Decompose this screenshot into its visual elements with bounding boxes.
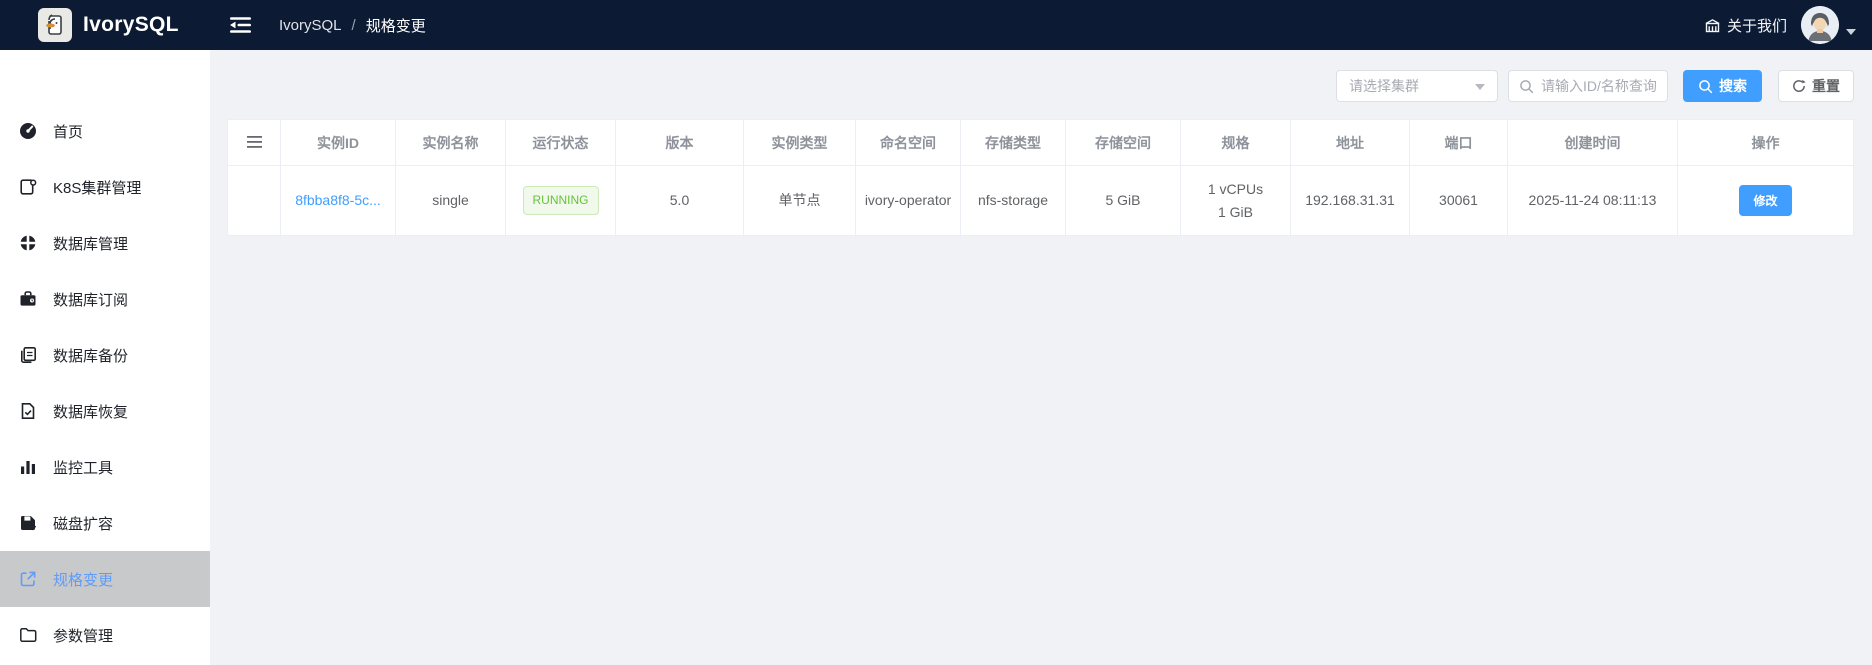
- sidebar-item-label: 磁盘扩容: [53, 515, 114, 533]
- cell-empty: [227, 165, 281, 236]
- col-header-instance-id: 实例ID: [280, 119, 396, 166]
- sidebar-item-label: 数据库备份: [53, 347, 129, 365]
- cell-instance-type: 单节点: [743, 165, 856, 236]
- cell-namespace: ivory-operator: [855, 165, 961, 236]
- sidebar-item-database-backup[interactable]: 数据库备份: [0, 327, 210, 383]
- cluster-select[interactable]: 请选择集群: [1336, 70, 1498, 102]
- breadcrumb-current: 规格变更: [365, 17, 426, 35]
- col-header-created-at: 创建时间: [1507, 119, 1678, 166]
- search-button-label: 搜索: [1719, 78, 1747, 94]
- filter-bar: 请选择集群 搜索: [227, 70, 1854, 102]
- cluster-select-placeholder: 请选择集群: [1349, 78, 1419, 94]
- sidebar-item-parameter-manage[interactable]: 参数管理: [0, 607, 210, 663]
- reset-button[interactable]: 重置: [1778, 70, 1854, 102]
- cell-instance-name: single: [395, 165, 506, 236]
- col-header-action: 操作: [1677, 119, 1854, 166]
- cell-action: 修改: [1677, 165, 1854, 236]
- search-input[interactable]: [1541, 78, 1657, 94]
- sidebar-item-label: 数据库管理: [53, 235, 129, 253]
- instances-table: 实例ID 实例名称 运行状态 版本 实例类型 命名空间 存储类型 存储空间 规格…: [227, 119, 1854, 236]
- search-button[interactable]: 搜索: [1683, 70, 1762, 102]
- sidebar: 首页 K8S集群管理 数据库管理 数据库订阅 数据库备份 数据库恢复 监控工具 …: [0, 50, 210, 665]
- column-settings-header[interactable]: [227, 119, 281, 166]
- monitor-bars-icon: [19, 458, 37, 476]
- folder-icon: [19, 626, 37, 644]
- sidebar-item-monitor-tools[interactable]: 监控工具: [0, 439, 210, 495]
- cluster-icon: [19, 178, 37, 196]
- instances-table-wrap: 实例ID 实例名称 运行状态 版本 实例类型 命名空间 存储类型 存储空间 规格…: [227, 119, 1854, 236]
- refresh-icon: [1792, 79, 1806, 93]
- col-header-instance-type: 实例类型: [743, 119, 856, 166]
- caret-down-icon[interactable]: [1846, 29, 1856, 35]
- main-content: 请选择集群 搜索: [210, 50, 1872, 665]
- col-header-spec: 规格: [1180, 119, 1291, 166]
- sidebar-item-label: 首页: [53, 123, 84, 141]
- sidebar-item-spec-change[interactable]: 规格变更: [0, 551, 210, 607]
- instance-id-link[interactable]: 8fbba8f8-5c...: [295, 192, 381, 208]
- cell-version: 5.0: [615, 165, 744, 236]
- sidebar-item-home[interactable]: 首页: [0, 103, 210, 159]
- col-header-instance-name: 实例名称: [395, 119, 506, 166]
- about-us-link[interactable]: 关于我们: [1705, 15, 1787, 36]
- col-header-address: 地址: [1290, 119, 1410, 166]
- cell-storage-size: 5 GiB: [1065, 165, 1181, 236]
- col-header-storage-size: 存储空间: [1065, 119, 1181, 166]
- breadcrumb-root[interactable]: IvorySQL: [279, 17, 342, 34]
- edit-button[interactable]: 修改: [1739, 185, 1792, 216]
- sidebar-item-label: 规格变更: [53, 571, 114, 589]
- app-title: IvorySQL: [83, 13, 179, 36]
- chevron-down-icon: [1475, 84, 1485, 90]
- cell-created-at: 2025-11-24 08:11:13: [1507, 165, 1678, 236]
- sidebar-item-label: 数据库恢复: [53, 403, 129, 421]
- col-header-storage-type: 存储类型: [960, 119, 1066, 166]
- user-avatar[interactable]: [1801, 6, 1839, 44]
- disk-icon: [19, 514, 37, 532]
- logo[interactable]: IvorySQL: [0, 8, 210, 42]
- cell-status: RUNNING: [505, 165, 616, 236]
- external-link-icon: [19, 570, 37, 588]
- spec-cpu: 1 vCPUs: [1207, 181, 1264, 198]
- search-icon: [1519, 79, 1534, 94]
- dashboard-icon: [19, 122, 37, 140]
- sidebar-item-k8s-cluster[interactable]: K8S集群管理: [0, 159, 210, 215]
- sidebar-item-database-restore[interactable]: 数据库恢复: [0, 383, 210, 439]
- building-icon: [1705, 18, 1720, 33]
- sidebar-item-label: 参数管理: [53, 627, 114, 645]
- sidebar-item-database-manage[interactable]: 数据库管理: [0, 215, 210, 271]
- cell-spec: 1 vCPUs 1 GiB: [1180, 165, 1291, 236]
- navbar-right: 关于我们: [1705, 6, 1872, 44]
- reset-button-label: 重置: [1812, 78, 1840, 94]
- cell-storage-type: nfs-storage: [960, 165, 1066, 236]
- cell-instance-id: 8fbba8f8-5c...: [280, 165, 396, 236]
- database-manage-icon: [19, 234, 37, 252]
- about-us-label: 关于我们: [1726, 17, 1787, 35]
- sidebar-item-database-subscription[interactable]: 数据库订阅: [0, 271, 210, 327]
- ivorysql-logo-icon: [38, 8, 72, 42]
- col-header-namespace: 命名空间: [855, 119, 961, 166]
- breadcrumb-separator: /: [351, 16, 356, 34]
- subscription-icon: [19, 290, 37, 308]
- sidebar-item-label: 监控工具: [53, 459, 114, 477]
- sidebar-item-label: 数据库订阅: [53, 291, 129, 309]
- status-badge: RUNNING: [522, 185, 599, 216]
- column-settings-icon: [246, 135, 262, 148]
- table-header-row: 实例ID 实例名称 运行状态 版本 实例类型 命名空间 存储类型 存储空间 规格…: [227, 119, 1854, 166]
- menu-fold-icon[interactable]: [230, 16, 251, 34]
- top-navbar: IvorySQL IvorySQL / 规格变更 关于我们: [0, 0, 1872, 50]
- cell-address: 192.168.31.31: [1290, 165, 1410, 236]
- sidebar-item-label: K8S集群管理: [53, 179, 142, 197]
- search-icon: [1698, 79, 1713, 94]
- search-field-wrap: [1508, 70, 1668, 102]
- sidebar-item-disk-expand[interactable]: 磁盘扩容: [0, 495, 210, 551]
- col-header-status: 运行状态: [505, 119, 616, 166]
- breadcrumb: IvorySQL / 规格变更: [279, 15, 426, 36]
- backup-copy-icon: [19, 346, 37, 364]
- cell-port: 30061: [1409, 165, 1508, 236]
- col-header-port: 端口: [1409, 119, 1508, 166]
- col-header-version: 版本: [615, 119, 744, 166]
- table-row: 8fbba8f8-5c... single RUNNING 5.0 单节点 iv…: [227, 165, 1854, 236]
- spec-mem: 1 GiB: [1217, 203, 1253, 220]
- restore-file-check-icon: [19, 402, 37, 420]
